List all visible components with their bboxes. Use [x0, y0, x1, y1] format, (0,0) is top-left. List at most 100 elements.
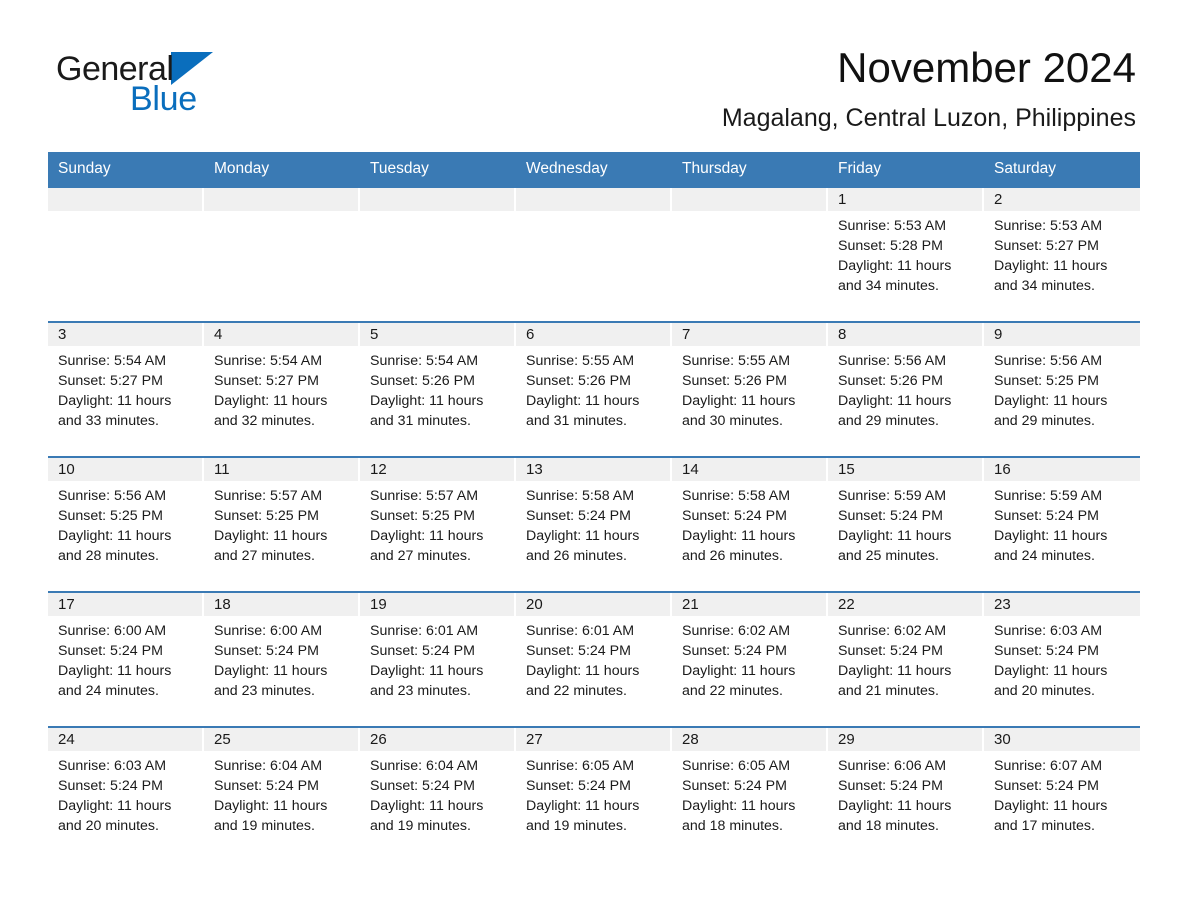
calendar-weeks: 1 Sunrise: 5:53 AM Sunset: 5:28 PM Daylight… [48, 187, 1140, 861]
day-cell[interactable]: 28 Sunrise: 6:05 AM Sunset: 5:24 PM Dayligh… [672, 727, 828, 861]
sunrise-text: Sunrise: 5:55 AM [682, 352, 791, 369]
day-number: 7 [672, 322, 826, 346]
day-sun-info: Sunrise: 5:59 AM Sunset: 5:24 PM Daylight:… [828, 481, 984, 566]
weekday-header-wednesday: Wednesday [526, 160, 608, 178]
day-cell[interactable]: 18 Sunrise: 6:00 AM Sunset: 5:24 PM Dayligh… [204, 592, 360, 726]
sunset-text: Sunset: 5:24 PM [370, 777, 475, 794]
daylight-text-line2: and 19 minutes. [526, 817, 627, 834]
day-cell[interactable]: 8 Sunrise: 5:56 AM Sunset: 5:26 PM Daylight… [828, 322, 984, 456]
sunset-text: Sunset: 5:24 PM [682, 777, 787, 794]
day-cell[interactable]: 9 Sunrise: 5:56 AM Sunset: 5:25 PM Daylight… [984, 322, 1140, 456]
day-cell[interactable]: 29 Sunrise: 6:06 AM Sunset: 5:24 PM Dayligh… [828, 727, 984, 861]
daylight-text-line1: Daylight: 11 hours [682, 797, 796, 814]
daylight-text-line2: and 20 minutes. [58, 817, 159, 834]
weekday-header-thursday: Thursday [682, 160, 747, 178]
sunrise-text: Sunrise: 6:01 AM [526, 622, 635, 639]
sunset-text: Sunset: 5:28 PM [838, 237, 943, 254]
daylight-text-line2: and 23 minutes. [214, 682, 315, 699]
daylight-text-line1: Daylight: 11 hours [214, 392, 328, 409]
daylight-text-line1: Daylight: 11 hours [526, 392, 640, 409]
day-sun-info: Sunrise: 6:01 AM Sunset: 5:24 PM Daylight:… [516, 616, 672, 701]
day-sun-info: Sunrise: 5:56 AM Sunset: 5:25 PM Daylight:… [48, 481, 204, 566]
day-cell[interactable]: 4 Sunrise: 5:54 AM Sunset: 5:27 PM Daylight… [204, 322, 360, 456]
daylight-text-line1: Daylight: 11 hours [214, 662, 328, 679]
day-cell[interactable]: 24 Sunrise: 6:03 AM Sunset: 5:24 PM Dayligh… [48, 727, 204, 861]
day-number: 20 [516, 592, 670, 616]
page-header: General Blue November 2024 Magalang, Cen… [0, 0, 1188, 133]
calendar-week-row: 3 Sunrise: 5:54 AM Sunset: 5:27 PM Daylight… [48, 320, 1140, 456]
calendar-week-row: 1 Sunrise: 5:53 AM Sunset: 5:28 PM Daylight… [48, 187, 1140, 321]
sunset-text: Sunset: 5:24 PM [526, 777, 631, 794]
daylight-text-line2: and 17 minutes. [994, 817, 1095, 834]
day-number: 28 [672, 727, 826, 751]
location-subtitle: Magalang, Central Luzon, Philippines [721, 104, 1136, 133]
daylight-text-line2: and 26 minutes. [682, 547, 783, 564]
day-number: 27 [516, 727, 670, 751]
day-sun-info: Sunrise: 6:03 AM Sunset: 5:24 PM Daylight:… [48, 751, 204, 836]
day-cell[interactable]: 16 Sunrise: 5:59 AM Sunset: 5:24 PM Dayligh… [984, 457, 1140, 591]
daylight-text-line1: Daylight: 11 hours [370, 662, 484, 679]
day-cell[interactable]: 25 Sunrise: 6:04 AM Sunset: 5:24 PM Dayligh… [204, 727, 360, 861]
calendar-week-row: 17 Sunrise: 6:00 AM Sunset: 5:24 PM Dayligh… [48, 590, 1140, 726]
day-number: 30 [984, 727, 1140, 751]
sunrise-text: Sunrise: 6:03 AM [994, 622, 1103, 639]
calendar-page: General Blue November 2024 Magalang, Cen… [0, 0, 1188, 918]
day-cell[interactable]: 27 Sunrise: 6:05 AM Sunset: 5:24 PM Dayligh… [516, 727, 672, 861]
daylight-text-line1: Daylight: 11 hours [214, 527, 328, 544]
day-cell[interactable]: 14 Sunrise: 5:58 AM Sunset: 5:24 PM Dayligh… [672, 457, 828, 591]
weekday-header-monday: Monday [214, 160, 270, 178]
sunrise-text: Sunrise: 6:05 AM [526, 757, 635, 774]
day-number: 6 [516, 322, 670, 346]
title-block: November 2024 Magalang, Central Luzon, P… [722, 44, 1136, 133]
daylight-text-line1: Daylight: 11 hours [526, 797, 640, 814]
daylight-text-line2: and 27 minutes. [370, 547, 471, 564]
sunset-text: Sunset: 5:24 PM [58, 777, 163, 794]
day-cell-empty [672, 187, 828, 321]
daylight-text-line1: Daylight: 11 hours [58, 392, 172, 409]
logo-word-general: General [56, 50, 174, 88]
sunrise-text: Sunrise: 6:02 AM [682, 622, 791, 639]
day-sun-info: Sunrise: 5:55 AM Sunset: 5:26 PM Daylight:… [672, 346, 828, 431]
day-cell[interactable]: 6 Sunrise: 5:55 AM Sunset: 5:26 PM Daylight… [516, 322, 672, 456]
day-cell[interactable]: 13 Sunrise: 5:58 AM Sunset: 5:24 PM Dayligh… [516, 457, 672, 591]
day-sun-info: Sunrise: 5:54 AM Sunset: 5:27 PM Daylight:… [204, 346, 360, 431]
day-cell[interactable]: 15 Sunrise: 5:59 AM Sunset: 5:24 PM Dayligh… [828, 457, 984, 591]
daylight-text-line2: and 34 minutes. [838, 277, 939, 294]
day-cell[interactable]: 10 Sunrise: 5:56 AM Sunset: 5:25 PM Dayligh… [48, 457, 204, 591]
day-cell[interactable]: 5 Sunrise: 5:54 AM Sunset: 5:26 PM Daylight… [360, 322, 516, 456]
day-sun-info: Sunrise: 5:53 AM Sunset: 5:27 PM Daylight:… [984, 211, 1140, 296]
sunset-text: Sunset: 5:27 PM [58, 372, 163, 389]
day-cell[interactable]: 21 Sunrise: 6:02 AM Sunset: 5:24 PM Dayligh… [672, 592, 828, 726]
sunset-text: Sunset: 5:26 PM [526, 372, 631, 389]
day-cell[interactable]: 22 Sunrise: 6:02 AM Sunset: 5:24 PM Dayligh… [828, 592, 984, 726]
daylight-text-line1: Daylight: 11 hours [526, 527, 640, 544]
day-cell[interactable]: 30 Sunrise: 6:07 AM Sunset: 5:24 PM Dayligh… [984, 727, 1140, 861]
daylight-text-line2: and 24 minutes. [994, 547, 1095, 564]
day-cell[interactable]: 23 Sunrise: 6:03 AM Sunset: 5:24 PM Dayligh… [984, 592, 1140, 726]
generalblue-logo[interactable]: General Blue [56, 44, 214, 116]
daylight-text-line2: and 23 minutes. [370, 682, 471, 699]
day-cell[interactable]: 20 Sunrise: 6:01 AM Sunset: 5:24 PM Dayligh… [516, 592, 672, 726]
day-cell[interactable]: 26 Sunrise: 6:04 AM Sunset: 5:24 PM Dayligh… [360, 727, 516, 861]
day-cell[interactable]: 19 Sunrise: 6:01 AM Sunset: 5:24 PM Dayligh… [360, 592, 516, 726]
daylight-text-line2: and 34 minutes. [994, 277, 1095, 294]
day-number: 1 [828, 187, 982, 211]
day-number [48, 187, 202, 211]
sunrise-text: Sunrise: 5:59 AM [838, 487, 947, 504]
day-cell[interactable]: 1 Sunrise: 5:53 AM Sunset: 5:28 PM Daylight… [828, 187, 984, 321]
sunrise-text: Sunrise: 5:58 AM [682, 487, 791, 504]
day-number: 24 [48, 727, 202, 751]
day-sun-info: Sunrise: 5:59 AM Sunset: 5:24 PM Daylight:… [984, 481, 1140, 566]
daylight-text-line1: Daylight: 11 hours [214, 797, 328, 814]
day-cell[interactable]: 12 Sunrise: 5:57 AM Sunset: 5:25 PM Dayligh… [360, 457, 516, 591]
day-cell[interactable]: 3 Sunrise: 5:54 AM Sunset: 5:27 PM Daylight… [48, 322, 204, 456]
day-cell[interactable]: 17 Sunrise: 6:00 AM Sunset: 5:24 PM Dayligh… [48, 592, 204, 726]
sunrise-text: Sunrise: 6:01 AM [370, 622, 479, 639]
daylight-text-line1: Daylight: 11 hours [994, 392, 1108, 409]
day-cell[interactable]: 11 Sunrise: 5:57 AM Sunset: 5:25 PM Dayligh… [204, 457, 360, 591]
daylight-text-line2: and 22 minutes. [526, 682, 627, 699]
day-cell[interactable]: 2 Sunrise: 5:53 AM Sunset: 5:27 PM Daylight… [984, 187, 1140, 321]
weekday-header-tuesday: Tuesday [370, 160, 429, 178]
day-cell[interactable]: 7 Sunrise: 5:55 AM Sunset: 5:26 PM Daylight… [672, 322, 828, 456]
day-number: 13 [516, 457, 670, 481]
